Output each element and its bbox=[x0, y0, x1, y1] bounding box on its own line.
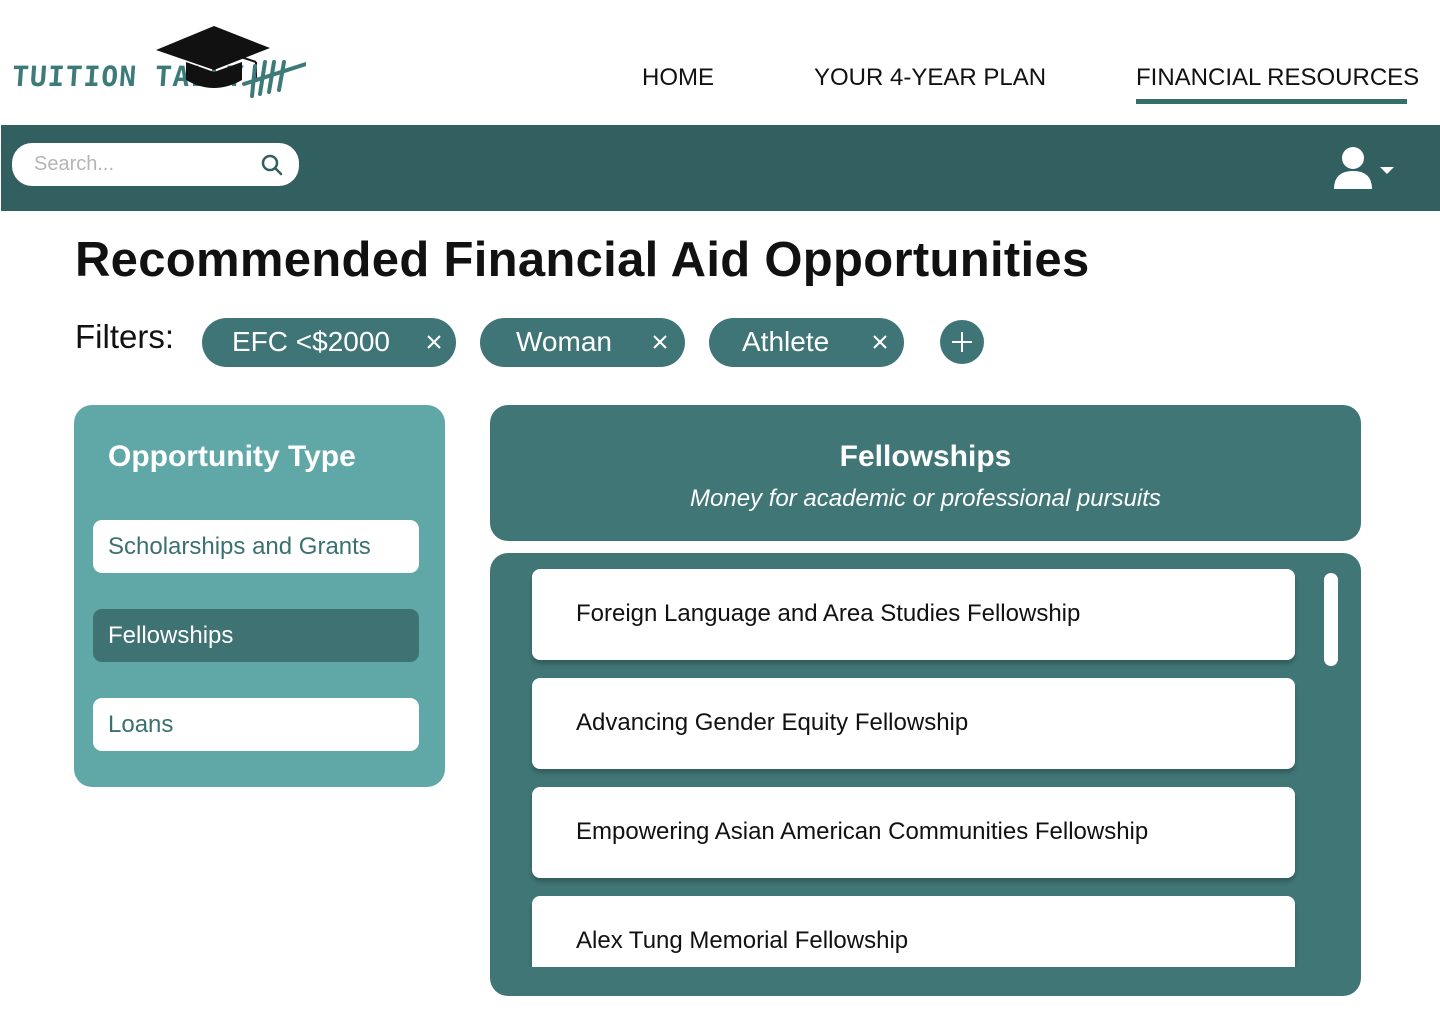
opportunity-card[interactable]: Advancing Gender Equity Fellowship bbox=[532, 678, 1295, 769]
opportunity-list: Foreign Language and Area Studies Fellow… bbox=[490, 553, 1361, 967]
graduation-cap-icon bbox=[156, 26, 306, 98]
sidebar-title: Opportunity Type bbox=[108, 440, 356, 473]
close-icon[interactable] bbox=[870, 332, 890, 352]
plus-icon bbox=[952, 332, 972, 352]
filters-label: Filters: bbox=[75, 318, 174, 355]
search-input[interactable] bbox=[34, 143, 254, 186]
sidebar-item-scholarships-and-grants[interactable]: Scholarships and Grants bbox=[93, 520, 419, 573]
opportunity-name: Advancing Gender Equity Fellowship bbox=[576, 709, 969, 736]
filter-chip-athlete[interactable]: Athlete bbox=[709, 318, 904, 367]
opportunity-name: Alex Tung Memorial Fellowship bbox=[576, 927, 909, 954]
close-icon[interactable] bbox=[424, 332, 444, 352]
filter-chip-label: Woman bbox=[516, 326, 612, 357]
page-title: Recommended Financial Aid Opportunities bbox=[75, 233, 1090, 287]
opportunity-card[interactable]: Alex Tung Memorial Fellowship bbox=[532, 896, 1295, 967]
opportunity-name: Empowering Asian American Communities Fe… bbox=[576, 818, 1149, 845]
nav-financial-resources[interactable]: FINANCIAL RESOURCES bbox=[1136, 64, 1419, 92]
user-icon bbox=[1334, 147, 1394, 189]
opportunity-card[interactable]: Foreign Language and Area Studies Fellow… bbox=[532, 569, 1295, 660]
filter-chip-efc[interactable]: EFC <$2000 bbox=[202, 318, 456, 367]
list-scrollbar[interactable] bbox=[1324, 573, 1338, 666]
filter-chip-woman[interactable]: Woman bbox=[480, 318, 685, 367]
category-header: Fellowships Money for academic or profes… bbox=[490, 405, 1361, 541]
opportunity-name: Foreign Language and Area Studies Fellow… bbox=[576, 600, 1081, 627]
caret-down-icon bbox=[1380, 167, 1394, 174]
user-menu-button[interactable] bbox=[1333, 145, 1403, 193]
toolbar bbox=[1, 125, 1440, 211]
brand-logo[interactable]: TUITION TALLY bbox=[8, 22, 308, 102]
opportunity-card[interactable]: Empowering Asian American Communities Fe… bbox=[532, 787, 1295, 878]
opportunity-type-sidebar: Opportunity Type Scholarships and Grants… bbox=[74, 405, 445, 787]
filter-chip-label: Athlete bbox=[742, 326, 830, 357]
category-title: Fellowships bbox=[839, 440, 1012, 473]
search-box bbox=[12, 143, 299, 186]
filter-chip-label: EFC <$2000 bbox=[232, 326, 390, 357]
add-filter-button[interactable] bbox=[940, 320, 984, 364]
sidebar-item-fellowships[interactable]: Fellowships bbox=[93, 609, 419, 662]
nav-home[interactable]: HOME bbox=[642, 64, 714, 92]
sidebar-item-loans[interactable]: Loans bbox=[93, 698, 419, 751]
search-icon[interactable] bbox=[260, 153, 284, 177]
category-subtitle: Money for academic or professional pursu… bbox=[690, 485, 1161, 512]
nav-four-year-plan[interactable]: YOUR 4-YEAR PLAN bbox=[814, 64, 1046, 92]
close-icon[interactable] bbox=[650, 332, 670, 352]
nav-active-indicator bbox=[1136, 99, 1407, 104]
opportunity-list-panel: Foreign Language and Area Studies Fellow… bbox=[490, 553, 1361, 996]
